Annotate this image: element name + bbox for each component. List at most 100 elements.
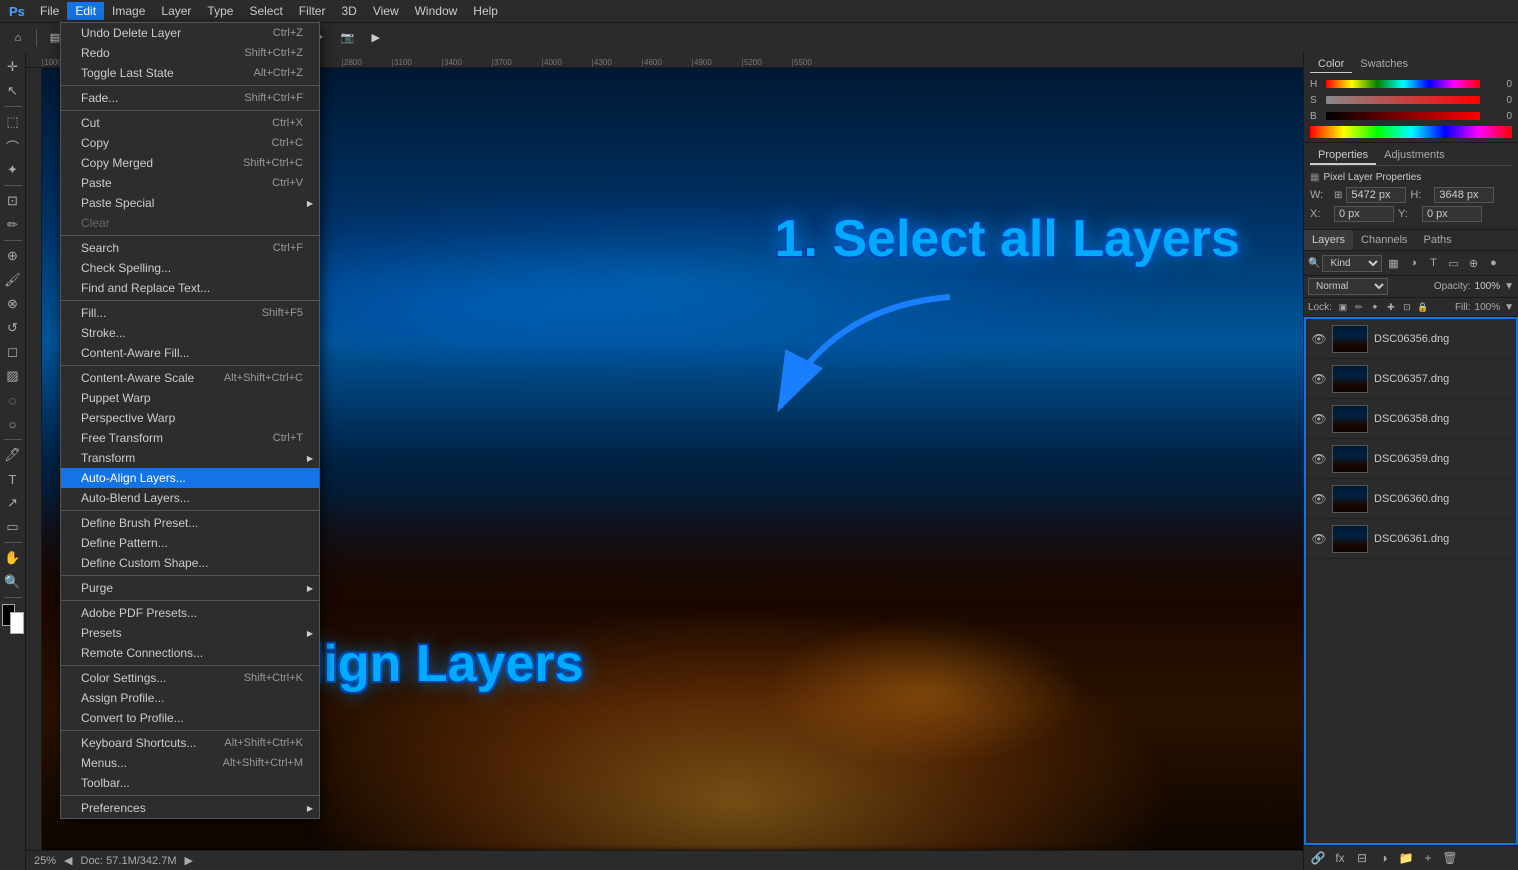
toolbar-video[interactable]: ▶ — [364, 27, 388, 49]
lock-transparency[interactable]: ▣ — [1336, 300, 1350, 314]
layer-item-4[interactable]: 👁 DSC06360.dng — [1306, 479, 1516, 519]
lock-artboard2[interactable]: ⊡ — [1400, 300, 1414, 314]
layer-shape-icon[interactable]: ▭ — [1444, 254, 1462, 272]
tab-properties[interactable]: Properties — [1310, 147, 1376, 165]
menu-view[interactable]: View — [365, 2, 407, 20]
menu-undo[interactable]: Undo Delete Layer Ctrl+Z — [61, 23, 319, 43]
b-value[interactable]: 0 — [1484, 111, 1512, 122]
layer-mode-select[interactable]: Normal — [1308, 278, 1388, 295]
menu-fade[interactable]: Fade... Shift+Ctrl+F — [61, 88, 319, 108]
menu-edit[interactable]: Edit — [67, 2, 104, 20]
layer-eye-3[interactable]: 👁 — [1310, 450, 1328, 468]
tab-adjustments[interactable]: Adjustments — [1376, 147, 1453, 165]
s-slider[interactable] — [1326, 96, 1480, 104]
layer-delete-btn[interactable]: 🗑 — [1440, 849, 1460, 867]
tool-gradient[interactable]: ▨ — [2, 365, 24, 387]
color-spectrum[interactable] — [1310, 126, 1512, 138]
menu-3d[interactable]: 3D — [333, 2, 364, 20]
menu-file[interactable]: File — [32, 2, 67, 20]
menu-define-brush[interactable]: Define Brush Preset... — [61, 513, 319, 533]
layer-link-btn[interactable]: 🔗 — [1308, 849, 1328, 867]
x-value[interactable]: 0 px — [1334, 206, 1394, 222]
fill-value[interactable]: 100% — [1475, 302, 1501, 313]
h-slider[interactable] — [1326, 80, 1480, 88]
menu-redo[interactable]: Redo Shift+Ctrl+Z — [61, 43, 319, 63]
layer-adjust-icon[interactable]: ◑ — [1404, 254, 1422, 272]
tool-zoom[interactable]: 🔍 — [2, 571, 24, 593]
layer-item-1[interactable]: 👁 DSC06357.dng — [1306, 359, 1516, 399]
lock-paint[interactable]: ✏ — [1352, 300, 1366, 314]
tool-hand[interactable]: ✋ — [2, 547, 24, 569]
layer-dot-icon[interactable]: ● — [1484, 254, 1502, 272]
layer-eye-2[interactable]: 👁 — [1310, 410, 1328, 428]
layer-new-btn[interactable]: + — [1418, 849, 1438, 867]
layer-type-icon[interactable]: T — [1424, 254, 1442, 272]
tab-layers[interactable]: Layers — [1304, 230, 1353, 250]
tool-blur[interactable]: ◌ — [2, 389, 24, 411]
menu-preferences[interactable]: Preferences — [61, 798, 319, 818]
layer-folder-btn[interactable]: 📁 — [1396, 849, 1416, 867]
h-value[interactable]: 0 — [1484, 79, 1512, 90]
tool-stamp[interactable]: ⊗ — [2, 293, 24, 315]
menu-paste-special[interactable]: Paste Special — [61, 193, 319, 213]
tool-arrow[interactable]: ↖ — [2, 80, 24, 102]
menu-cut[interactable]: Cut Ctrl+X — [61, 113, 319, 133]
tab-paths[interactable]: Paths — [1416, 230, 1460, 250]
layer-adjust-btn[interactable]: ◑ — [1374, 849, 1394, 867]
menu-help[interactable]: Help — [465, 2, 506, 20]
layer-item-2[interactable]: 👁 DSC06358.dng — [1306, 399, 1516, 439]
menu-search[interactable]: Search Ctrl+F — [61, 238, 319, 258]
layer-item-0[interactable]: 👁 DSC06356.dng — [1306, 319, 1516, 359]
layer-eye-4[interactable]: 👁 — [1310, 490, 1328, 508]
w-value[interactable]: 5472 px — [1346, 187, 1406, 203]
menu-free-transform[interactable]: Free Transform Ctrl+T — [61, 428, 319, 448]
layer-item-3[interactable]: 👁 DSC06359.dng — [1306, 439, 1516, 479]
menu-content-aware-scale[interactable]: Content-Aware Scale Alt+Shift+Ctrl+C — [61, 368, 319, 388]
tool-spot-heal[interactable]: ⊕ — [2, 245, 24, 267]
background-color[interactable] — [10, 612, 24, 634]
menu-copy-merged[interactable]: Copy Merged Shift+Ctrl+C — [61, 153, 319, 173]
lock-all[interactable]: 🔒 — [1416, 300, 1430, 314]
tab-channels[interactable]: Channels — [1353, 230, 1415, 250]
menu-image[interactable]: Image — [104, 2, 153, 20]
menu-copy[interactable]: Copy Ctrl+C — [61, 133, 319, 153]
lock-artboard[interactable]: ✦ — [1368, 300, 1382, 314]
tool-crop[interactable]: ⊡ — [2, 190, 24, 212]
tab-color[interactable]: Color — [1310, 56, 1352, 73]
menu-assign-profile[interactable]: Assign Profile... — [61, 688, 319, 708]
fg-bg-color-swatch[interactable] — [2, 604, 24, 634]
menu-transform[interactable]: Transform — [61, 448, 319, 468]
tool-pen[interactable]: 🖊 — [2, 444, 24, 466]
menu-define-shape[interactable]: Define Custom Shape... — [61, 553, 319, 573]
opacity-value[interactable]: 100% — [1475, 281, 1501, 292]
layer-pixel-icon[interactable]: ▦ — [1384, 254, 1402, 272]
menu-keyboard-shortcuts[interactable]: Keyboard Shortcuts... Alt+Shift+Ctrl+K — [61, 733, 319, 753]
menu-auto-align[interactable]: Auto-Align Layers... — [61, 468, 319, 488]
tool-brush[interactable]: 🖌 — [2, 269, 24, 291]
menu-clear[interactable]: Clear — [61, 213, 319, 233]
fill-chevron[interactable]: ▼ — [1504, 302, 1514, 313]
menu-color-settings[interactable]: Color Settings... Shift+Ctrl+K — [61, 668, 319, 688]
menu-presets[interactable]: Presets — [61, 623, 319, 643]
tool-marquee[interactable]: ⬚ — [2, 111, 24, 133]
tool-move[interactable]: ✛ — [2, 56, 24, 78]
menu-toggle-state[interactable]: Toggle Last State Alt+Ctrl+Z — [61, 63, 319, 83]
h-value-prop[interactable]: 3648 px — [1434, 187, 1494, 203]
layer-fx-btn[interactable]: fx — [1330, 849, 1350, 867]
toolbar-camera[interactable]: 📷 — [336, 27, 360, 49]
layer-eye-0[interactable]: 👁 — [1310, 330, 1328, 348]
s-value[interactable]: 0 — [1484, 95, 1512, 106]
menu-convert-profile[interactable]: Convert to Profile... — [61, 708, 319, 728]
menu-auto-blend[interactable]: Auto-Blend Layers... — [61, 488, 319, 508]
menu-perspective-warp[interactable]: Perspective Warp — [61, 408, 319, 428]
menu-find-replace[interactable]: Find and Replace Text... — [61, 278, 319, 298]
lock-position[interactable]: ✚ — [1384, 300, 1398, 314]
tool-history-brush[interactable]: ↺ — [2, 317, 24, 339]
toolbar-home-btn[interactable]: ⌂ — [6, 27, 30, 49]
tool-shape[interactable]: ▭ — [2, 516, 24, 538]
tool-eyedropper[interactable]: ✏ — [2, 214, 24, 236]
menu-pdf-presets[interactable]: Adobe PDF Presets... — [61, 603, 319, 623]
menu-content-aware-fill[interactable]: Content-Aware Fill... — [61, 343, 319, 363]
tool-magic-wand[interactable]: ✦ — [2, 159, 24, 181]
b-slider[interactable] — [1326, 112, 1480, 120]
